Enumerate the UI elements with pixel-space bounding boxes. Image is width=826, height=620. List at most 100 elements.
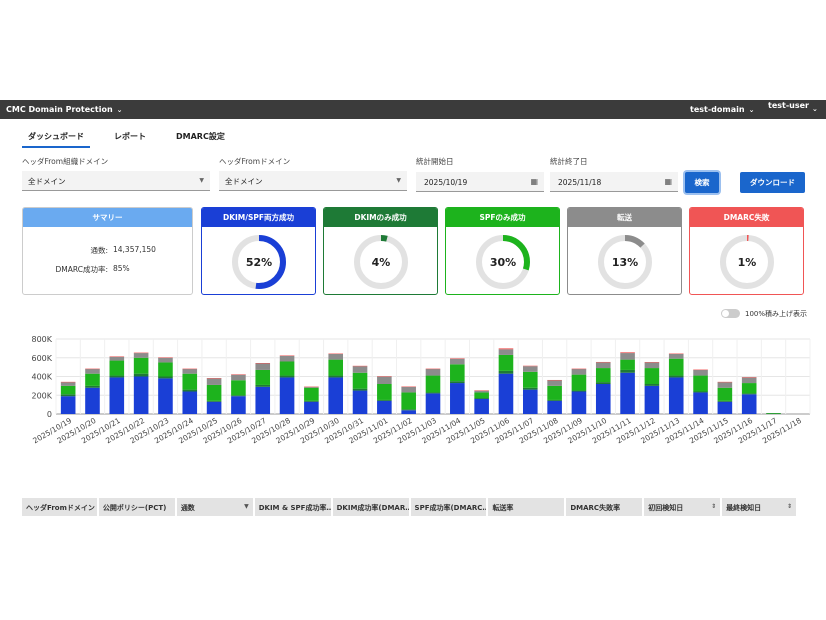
bar-segment [498,370,514,374]
bar-segment [133,376,149,414]
tab-dmarc-settings[interactable]: DMARC設定 [170,128,231,148]
sort-icon[interactable]: ⇕ [787,503,792,510]
bar-segment [668,377,684,414]
bar-segment [377,376,392,384]
donut-percent-label: 30% [489,256,515,269]
end-date-input[interactable]: 2025/11/18 ▦ [550,172,678,192]
bar-segment [668,358,684,376]
bar-segment [352,390,368,414]
main-tabs: ダッシュボード レポート DMARC設定 [22,128,249,148]
org-domain-label: ヘッダFrom組織ドメイン [22,157,109,166]
app-switcher[interactable]: CMC Domain Protection ⌄ [6,105,123,114]
bar-segment [60,382,76,386]
tab-report[interactable]: レポート [108,128,152,148]
top-bar: CMC Domain Protection ⌄ test-domain ⌄ te… [0,100,826,119]
bar-segment [547,399,562,401]
bar-segment [85,369,100,374]
domain-switcher[interactable]: test-domain ⌄ [690,105,754,114]
summary-card-title: サマリー [23,208,192,227]
table-header-cell[interactable]: 転送率 [488,498,565,516]
bar-segment [206,384,222,401]
y-tick-label: 200K [31,391,52,400]
bar-segment [377,384,392,400]
search-button[interactable]: 検索 [685,172,719,193]
stat-card-1: DKIMのみ成功 4% [323,207,438,295]
bar-segment [547,379,562,381]
bar-segment [766,413,781,414]
summary-count-value: 14,357,150 [113,245,156,254]
bar-segment [450,358,465,359]
bar-segment [377,399,392,401]
from-domain-select[interactable]: 全ドメイン ▼ [219,171,407,191]
daily-volume-chart: 0 200K 400K 600K 800K 2025/10/19 2025/10/20 202… [20,330,820,470]
bar-segment [693,391,708,393]
bar-segment [85,368,100,370]
table-header-cell[interactable]: 公開ポリシー(PCT) [98,498,175,516]
bar-segment [328,375,344,378]
bar-segment [620,353,635,360]
bar-segment [620,372,635,414]
bar-segment [668,375,684,378]
stacked-100-toggle[interactable] [721,309,740,318]
bar-segment [425,393,441,414]
bar-segment [352,365,368,367]
table-header-label: 公開ポリシー(PCT) [102,504,167,512]
bar-segment [85,385,100,388]
bar-segment [620,352,635,354]
calendar-icon[interactable]: ▦ [530,177,538,186]
bar-segment [474,390,489,391]
start-date-value: 2025/10/19 [424,178,468,187]
table-header-cell[interactable]: 初回検知日 ⇕ [644,498,721,516]
table-header-cell[interactable]: 通数 ▼ [176,498,253,516]
org-domain-value: 全ドメイン [28,177,66,186]
table-header-cell[interactable]: SPF成功率(DMARC… [410,498,487,516]
bar-segment [401,392,416,410]
bar-segment [693,375,708,392]
table-header-label: 通数 [180,504,195,512]
domain-name: test-domain [690,105,745,114]
stat-card-0: DKIM/SPF両方成功 52% [201,207,316,295]
bar-segment [279,377,295,414]
stat-card-title: DKIM/SPF両方成功 [202,208,315,227]
end-date-label: 統計終了日 [550,157,588,166]
sort-icon[interactable]: ▼ [244,503,249,510]
bar-segment [522,389,538,414]
donut-percent-label: 13% [611,256,637,269]
table-header-cell[interactable]: 最終検知日 ⇕ [722,498,797,516]
bar-segment [182,389,198,392]
bar-segment [182,368,198,370]
bar-segment [741,377,757,384]
download-button[interactable]: ダウンロード [740,172,805,193]
user-menu[interactable]: test-user ⌄ [768,101,818,113]
org-domain-select[interactable]: 全ドメイン ▼ [22,171,210,191]
bar-segment [352,372,368,389]
bar-segment [85,373,100,386]
bar-segment [255,384,271,387]
table-header-cell[interactable]: DKIM成功率(DMAR… [332,498,409,516]
table-header-cell[interactable]: DKIM & SPF成功率… [254,498,331,516]
bar-segment [717,401,733,414]
bar-segment [231,374,246,375]
bar-segment [133,353,149,358]
bar-segment [450,358,465,365]
bar-segment [60,385,76,395]
stat-card-title: DMARC失敗 [690,208,803,227]
table-header-label: ヘッダFromドメイン [26,504,95,512]
bar-segment [717,382,733,388]
table-header-cell[interactable]: DMARC失敗率 [566,498,643,516]
calendar-icon[interactable]: ▦ [664,177,672,186]
bar-segment [668,353,684,355]
stat-card-title: 転送 [568,208,681,227]
bar-segment [547,400,562,414]
bar-segment [717,400,733,402]
end-date-value: 2025/11/18 [558,178,602,187]
start-date-input[interactable]: 2025/10/19 ▦ [416,172,544,192]
bar-segment [547,385,562,400]
sort-icon[interactable]: ⇕ [711,503,716,510]
bar-segment [498,373,514,414]
table-header-cell[interactable]: ヘッダFromドメイン [22,498,97,516]
bar-segment [401,386,416,393]
bar-chart-svg: 0200K400K600K800K2025/10/192025/10/20202… [31,335,811,445]
tab-dashboard[interactable]: ダッシュボード [22,128,90,148]
bar-segment [693,392,708,414]
